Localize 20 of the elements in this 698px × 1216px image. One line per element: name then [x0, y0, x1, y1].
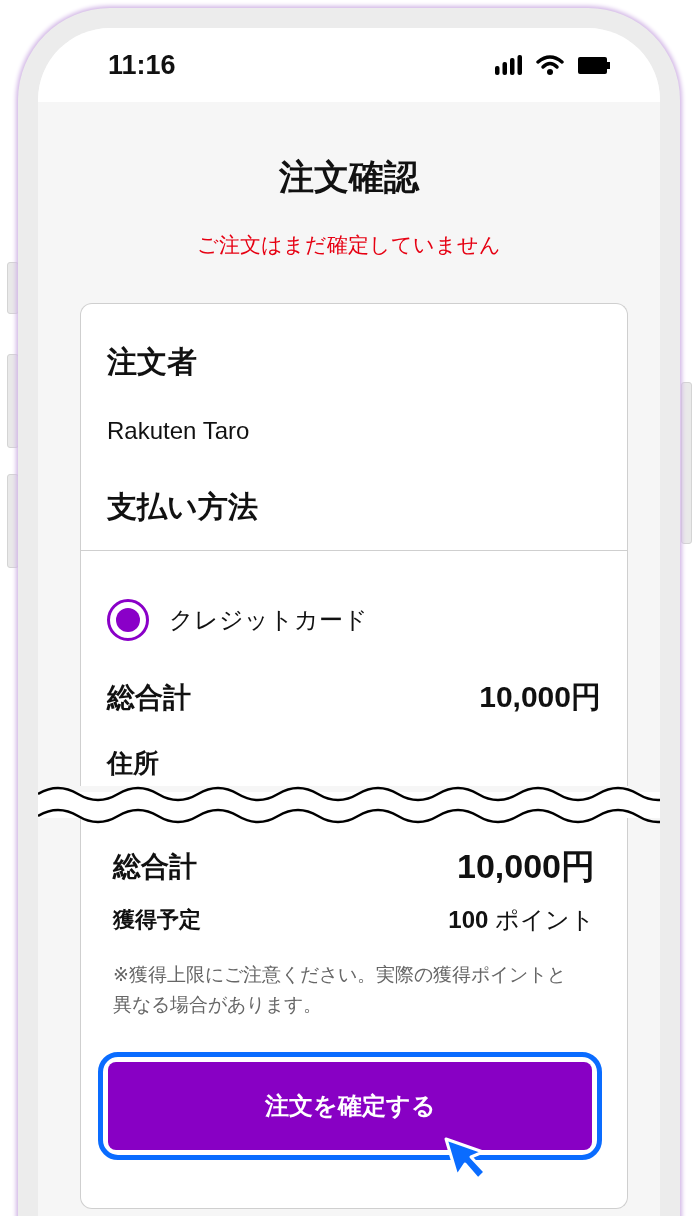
- total-label: 総合計: [107, 680, 191, 715]
- total-amount: 10,000円: [479, 679, 601, 715]
- battery-icon: [578, 56, 610, 74]
- clock-time: 11:16: [108, 49, 176, 81]
- signal-icon: [495, 55, 522, 75]
- orderer-name: Rakuten Taro: [107, 417, 251, 445]
- section-heading: 住所: [107, 748, 159, 778]
- wifi-icon: [536, 55, 564, 75]
- points-label: 獲得予定: [113, 906, 201, 934]
- confirm-order-button[interactable]: 注文を確定する: [108, 1062, 592, 1150]
- section-heading: 支払い方法: [107, 489, 259, 525]
- points-value: 100 ポイント: [448, 905, 595, 935]
- points-note: ※獲得上限にご注意ください。実際の獲得ポイントと異なる場合があります。: [113, 963, 567, 1017]
- total-label: 総合計: [113, 850, 197, 884]
- radio-button[interactable]: [107, 599, 149, 641]
- page-title: 注文確認: [278, 156, 421, 198]
- notice-text: ご注文はまだ確定していません: [196, 232, 502, 258]
- section-heading: 注文者: [107, 344, 198, 380]
- radio-label: クレジットカード: [169, 605, 368, 635]
- total-amount: 10,000円: [457, 846, 595, 887]
